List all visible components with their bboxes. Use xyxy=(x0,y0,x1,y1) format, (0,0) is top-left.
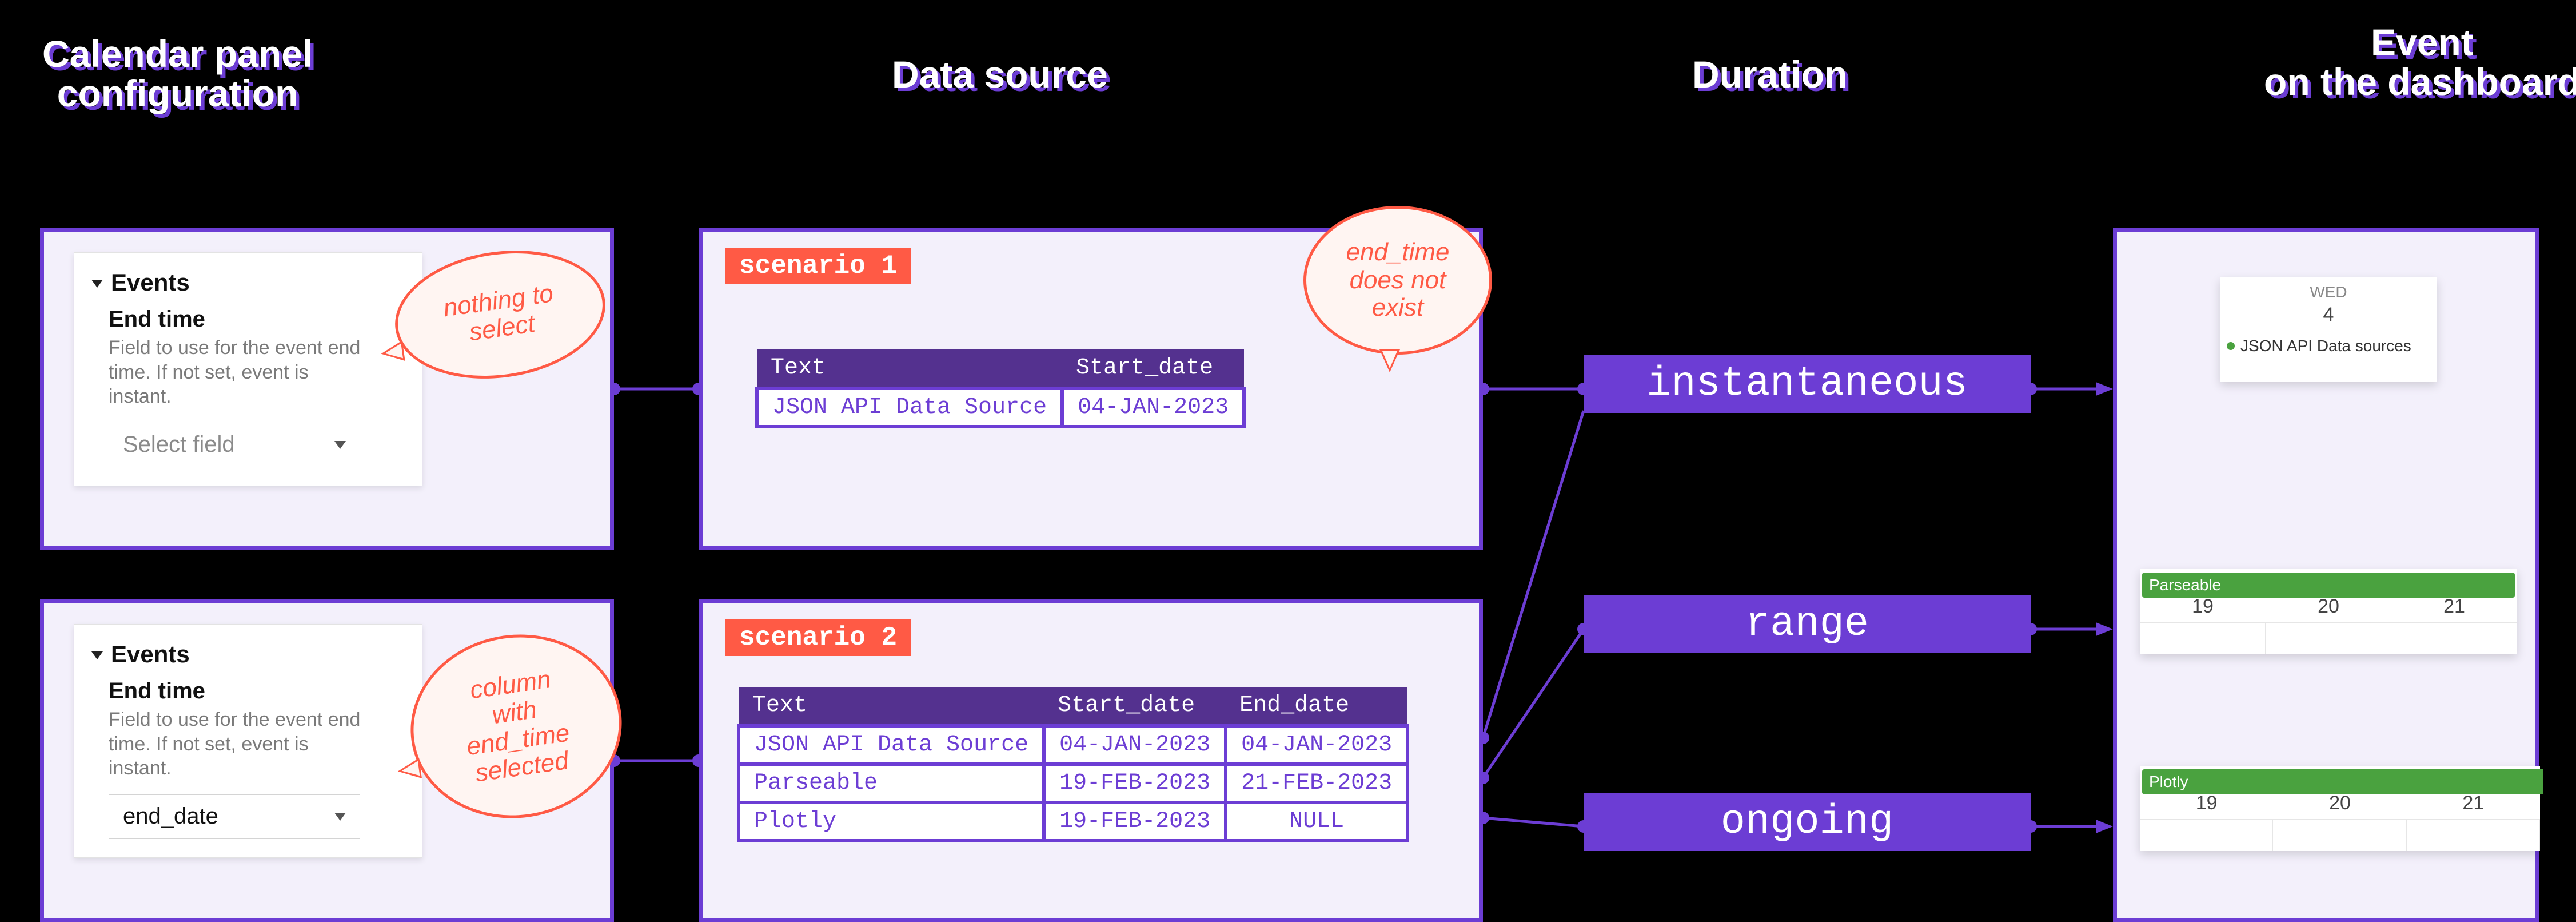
data-table-1: Text Start_date JSON API Data Source 04-… xyxy=(755,349,1246,428)
config-card-1: Events End time Field to use for the eve… xyxy=(74,252,422,486)
event-ongoing-bar[interactable]: Plotly xyxy=(2142,769,2543,794)
chevron-down-icon xyxy=(91,280,103,288)
day-number: 19 xyxy=(2140,792,2273,819)
config-section-label: Events xyxy=(111,641,190,668)
table-row: JSON API Data Source 04-JAN-2023 xyxy=(757,388,1244,427)
table-row: Plotly 19-FEB-2023 NULL xyxy=(739,802,1407,841)
table-row: JSON API Data Source 04-JAN-2023 04-JAN-… xyxy=(739,726,1407,764)
config-section-label: Events xyxy=(111,269,190,296)
event-panel: WED 4 JSON API Data sources SUN MON TUE … xyxy=(2113,228,2539,922)
mini-calendar-instant: WED 4 JSON API Data sources xyxy=(2220,277,2437,382)
col-title-config: Calendar panel configuration xyxy=(42,34,313,114)
th-start: Start_date xyxy=(1062,349,1244,388)
chevron-down-icon xyxy=(334,441,346,449)
chevron-down-icon xyxy=(334,813,346,821)
day-number: 19 xyxy=(2140,595,2266,622)
day-number: 20 xyxy=(2266,595,2391,622)
col-title-event: Event on the dashboard xyxy=(2264,23,2576,102)
config-field-help: Field to use for the event end time. If … xyxy=(109,708,372,781)
event-range-bar[interactable]: Parseable xyxy=(2142,573,2515,598)
source-panel-2: scenario 2 Text Start_date End_date JSON… xyxy=(699,599,1483,922)
event-instant[interactable]: JSON API Data sources xyxy=(2220,331,2437,361)
th-end: End_date xyxy=(1226,687,1407,726)
select-placeholder: Select field xyxy=(123,432,235,458)
duration-instantaneous: instantaneous xyxy=(1584,355,2031,413)
event-dot-icon xyxy=(2227,342,2235,350)
day-number: 21 xyxy=(2391,595,2517,622)
day-number: 4 xyxy=(2220,304,2437,331)
bubble-no-end-time: end_time does not exist xyxy=(1303,206,1492,355)
select-value: end_date xyxy=(123,804,218,829)
end-time-select-empty[interactable]: Select field xyxy=(109,423,360,467)
th-text: Text xyxy=(757,349,1062,388)
th-text: Text xyxy=(739,687,1044,726)
mini-calendar-range: SUN MON TUE 19 20 21 Parseable xyxy=(2140,569,2517,654)
config-field-label: End time xyxy=(109,307,405,332)
day-header: WED xyxy=(2220,277,2437,304)
duration-range: range xyxy=(1584,595,2031,653)
scenario-2-tag: scenario 2 xyxy=(725,619,911,656)
day-number: 20 xyxy=(2273,792,2406,819)
data-table-2: Text Start_date End_date JSON API Data S… xyxy=(737,687,1409,842)
table-row: Parseable 19-FEB-2023 21-FEB-2023 xyxy=(739,764,1407,802)
mini-calendar-ongoing: SUN MON TUE 19 20 21 Plotly xyxy=(2140,766,2540,851)
col-title-duration: Duration xyxy=(1692,55,1847,94)
th-start: Start_date xyxy=(1044,687,1226,726)
config-field-help: Field to use for the event end time. If … xyxy=(109,336,372,409)
config-section-heading[interactable]: Events xyxy=(91,641,405,668)
col-title-source: Data source xyxy=(892,55,1108,94)
config-section-heading[interactable]: Events xyxy=(91,269,405,296)
day-number: 21 xyxy=(2407,792,2540,819)
end-time-select-filled[interactable]: end_date xyxy=(109,794,360,839)
config-field-label: End time xyxy=(109,678,405,704)
chevron-down-icon xyxy=(91,651,103,659)
duration-ongoing: ongoing xyxy=(1584,793,2031,851)
scenario-1-tag: scenario 1 xyxy=(725,248,911,284)
config-card-2: Events End time Field to use for the eve… xyxy=(74,624,422,858)
